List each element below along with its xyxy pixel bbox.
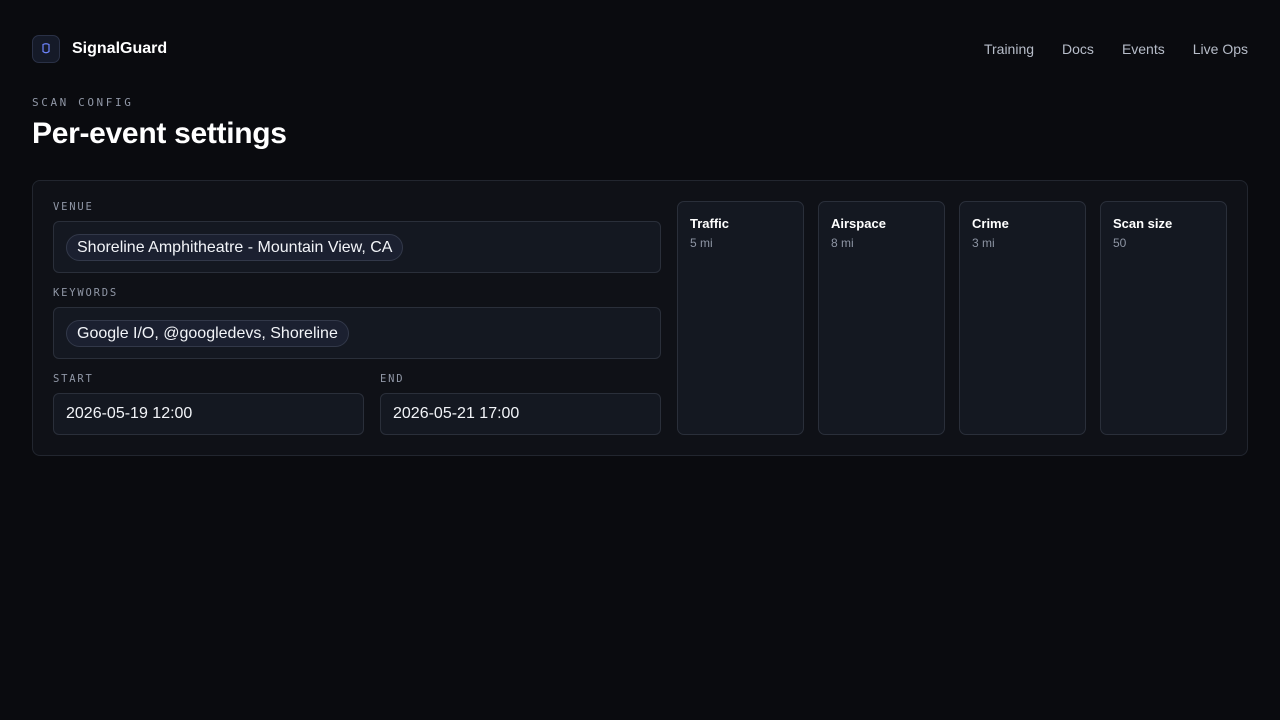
layer-name: Crime [972,216,1009,231]
layer-card-airspace[interactable]: Airspace 8 mi [818,201,945,435]
start-date-input[interactable]: 2026-05-19 12:00 [53,393,364,435]
keywords-label: KEYWORDS [53,287,118,299]
layer-card-scan-size[interactable]: Scan size 50 [1100,201,1227,435]
end-date-input[interactable]: 2026-05-21 17:00 [380,393,661,435]
event-settings-panel: VENUE Shoreline Amphitheatre - Mountain … [32,180,1248,456]
layer-radius: 5 mi [690,236,713,250]
venue-field[interactable]: Shoreline Amphitheatre - Mountain View, … [53,221,661,273]
main-nav: Training Docs Events Live Ops [984,41,1248,57]
end-date-value: 2026-05-21 17:00 [393,405,520,422]
keywords-field[interactable]: Google I/O, @googledevs, Shoreline [53,307,661,359]
nav-link-live-ops[interactable]: Live Ops [1193,41,1248,57]
scan-size-value: 50 [1113,236,1127,250]
shield-icon [32,35,60,63]
end-label: END [380,373,405,385]
nav-link-training[interactable]: Training [984,41,1034,57]
top-bar: SignalGuard Training Docs Events Live Op… [32,35,1248,63]
nav-link-events[interactable]: Events [1122,41,1165,57]
page-title: Per-event settings [32,117,287,150]
start-label: START [53,373,94,385]
layer-name: Scan size [1113,216,1173,231]
start-date-value: 2026-05-19 12:00 [66,405,193,422]
layer-card-crime[interactable]: Crime 3 mi [959,201,1086,435]
layer-radius: 3 mi [972,236,995,250]
layer-radius: 8 mi [831,236,854,250]
keywords-chip[interactable]: Google I/O, @googledevs, Shoreline [66,320,349,347]
layer-card-traffic[interactable]: Traffic 5 mi [677,201,804,435]
brand[interactable]: SignalGuard [32,35,167,63]
layer-name: Airspace [831,216,886,231]
nav-link-docs[interactable]: Docs [1062,41,1094,57]
venue-label: VENUE [53,201,94,213]
app-name: SignalGuard [72,40,168,57]
section-eyebrow: SCAN CONFIG [32,96,134,109]
venue-chip[interactable]: Shoreline Amphitheatre - Mountain View, … [66,234,404,261]
layer-name: Traffic [690,216,730,231]
